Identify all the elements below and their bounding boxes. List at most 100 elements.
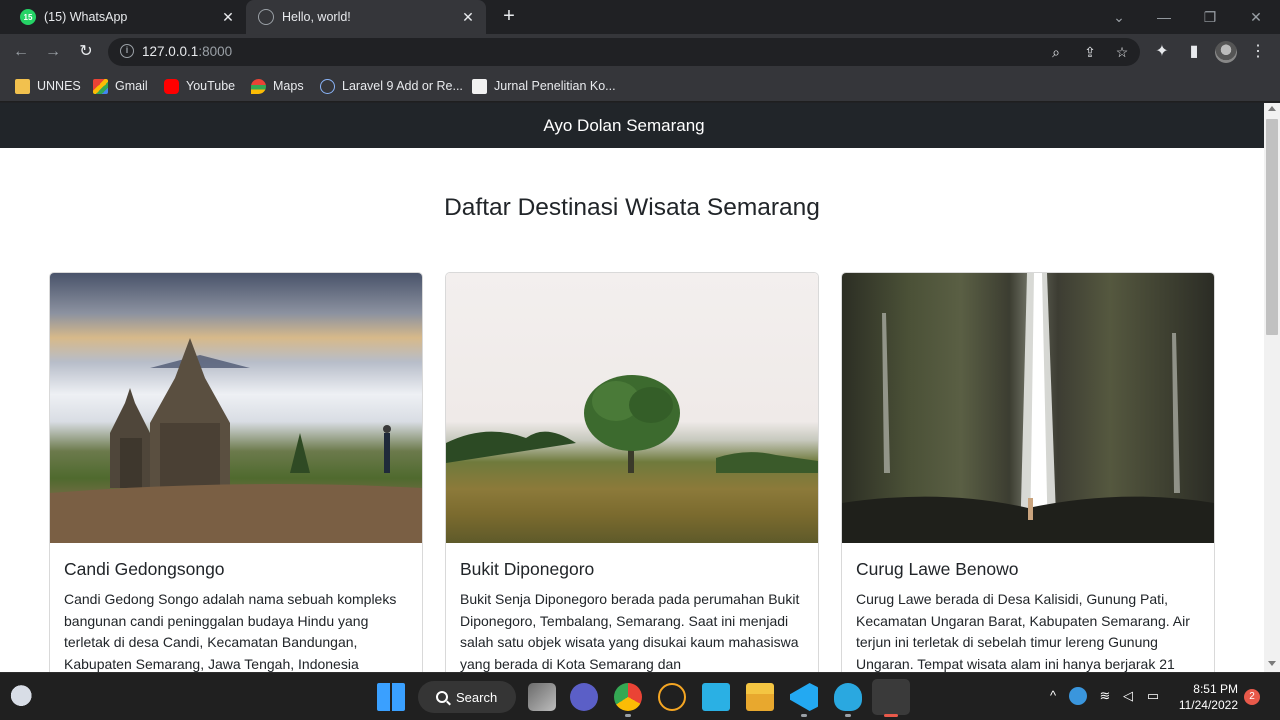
bookmark-label: UNNES xyxy=(37,79,81,93)
url-port: :8000 xyxy=(198,44,233,59)
scroll-down-icon[interactable] xyxy=(1268,661,1276,666)
battery-icon[interactable]: ▭ xyxy=(1144,687,1162,705)
new-tab-button[interactable]: + xyxy=(498,6,520,28)
browser-toolbar: ← → ↻ i 127.0.0.1:8000 ⌕ ⇪ ☆ ✦ ▮ ⋮ xyxy=(0,34,1280,70)
globe-icon xyxy=(258,9,274,25)
profile-avatar[interactable] xyxy=(1215,41,1237,63)
tab-whatsapp[interactable]: 15 (15) WhatsApp ✕ xyxy=(8,0,246,34)
extensions-icon[interactable]: ✦ xyxy=(1151,41,1173,63)
curug-lawe-image xyxy=(842,273,1214,543)
forward-icon[interactable]: → xyxy=(42,41,64,63)
bookmark-unnes[interactable]: UNNES xyxy=(15,76,81,96)
candi-gedongsongo-image xyxy=(50,273,422,543)
card-title: Curug Lawe Benowo xyxy=(856,559,1019,579)
site-navbar: Ayo Dolan Semarang xyxy=(0,103,1264,148)
bookmark-maps[interactable]: Maps xyxy=(251,76,304,96)
card-title: Bukit Diponegoro xyxy=(460,559,595,579)
close-icon[interactable]: ✕ xyxy=(460,9,476,25)
temple-illustration xyxy=(50,338,422,543)
bookmarks-bar: UNNES Gmail YouTube Maps Laravel 9 Add o… xyxy=(0,70,1280,102)
minimize-icon[interactable]: — xyxy=(1153,6,1175,28)
react-icon xyxy=(320,78,335,94)
vscode-icon[interactable] xyxy=(790,683,818,711)
tab-hello-world[interactable]: Hello, world! ✕ xyxy=(246,0,486,34)
url-text[interactable]: 127.0.0.1:8000 xyxy=(142,44,232,59)
card-title: Candi Gedongsongo xyxy=(64,559,225,579)
scroll-up-icon[interactable] xyxy=(1268,106,1276,111)
card-text: Curug Lawe berada di Desa Kalisidi, Gunu… xyxy=(856,591,1190,672)
tray-app-icon[interactable] xyxy=(1069,687,1087,705)
bookmark-label: Maps xyxy=(273,79,304,93)
wifi-icon[interactable]: ≋ xyxy=(1096,687,1114,705)
maps-icon xyxy=(251,78,266,94)
notification-badge[interactable]: 2 xyxy=(1244,689,1260,705)
card-text: Candi Gedong Songo adalah nama sebuah ko… xyxy=(64,591,397,672)
card-text: Bukit Senja Diponegoro berada pada perum… xyxy=(460,591,800,672)
url-host: 127.0.0.1 xyxy=(142,44,199,59)
taskbar-search[interactable]: Search xyxy=(418,681,516,713)
gmail-icon xyxy=(93,78,108,94)
search-label: Search xyxy=(456,689,498,705)
bukit-diponegoro-image xyxy=(446,273,818,543)
browser-tab-strip: 15 (15) WhatsApp ✕ Hello, world! ✕ + ⌄ —… xyxy=(0,0,1280,34)
bookmark-youtube[interactable]: YouTube xyxy=(164,76,235,96)
tab-search-icon[interactable]: ⌄ xyxy=(1108,6,1130,28)
pkp-icon xyxy=(472,78,487,94)
bookmark-laravel[interactable]: Laravel 9 Add or Re... xyxy=(320,76,463,96)
task-view-icon[interactable] xyxy=(528,683,556,711)
file-explorer-icon[interactable] xyxy=(746,683,774,711)
weather-icon[interactable] xyxy=(10,683,38,711)
scroll-thumb[interactable] xyxy=(1266,119,1278,335)
paw-app-icon[interactable] xyxy=(658,683,686,711)
destination-card: Candi Gedongsongo Candi Gedong Songo ada… xyxy=(49,272,423,672)
running-indicator xyxy=(801,714,807,717)
bookmark-label: Gmail xyxy=(115,79,148,93)
page-viewport: Ayo Dolan Semarang Daftar Destinasi Wisa… xyxy=(0,103,1264,672)
bookmark-jurnal[interactable]: Jurnal Penelitian Ko... xyxy=(472,76,616,96)
restore-icon[interactable]: ❐ xyxy=(1199,6,1221,28)
tab-title: (15) WhatsApp xyxy=(44,10,128,24)
reload-icon[interactable]: ↻ xyxy=(75,41,97,63)
running-indicator xyxy=(845,714,851,717)
page-title: Daftar Destinasi Wisata Semarang xyxy=(444,194,820,221)
whatsapp-badge: 15 xyxy=(23,12,33,22)
waterfall-illustration xyxy=(842,273,1214,543)
tree-illustration xyxy=(446,375,818,473)
bookmark-label: YouTube xyxy=(186,79,236,93)
destination-card: Bukit Diponegoro Bukit Senja Diponegoro … xyxy=(445,272,819,672)
search-icon xyxy=(436,691,448,703)
chevron-up-icon[interactable]: ^ xyxy=(1044,687,1062,705)
address-bar[interactable]: i 127.0.0.1:8000 ⌕ ⇪ ☆ xyxy=(108,38,1140,66)
clock-time[interactable]: 8:51 PM xyxy=(1170,682,1238,696)
side-panel-icon[interactable]: ▮ xyxy=(1183,41,1205,63)
windows-taskbar: Search ^ ≋ ◁ ▭ 8:51 PM 11/24/2022 2 xyxy=(0,672,1280,720)
window-close-icon[interactable]: ✕ xyxy=(1245,6,1267,28)
tab-title: Hello, world! xyxy=(282,10,351,24)
snipping-tool-icon[interactable] xyxy=(872,679,910,715)
page-scrollbar[interactable] xyxy=(1264,103,1280,672)
youtube-icon xyxy=(164,78,179,94)
chrome-icon[interactable] xyxy=(614,683,642,711)
site-brand[interactable]: Ayo Dolan Semarang xyxy=(0,116,1248,136)
clock-date[interactable]: 11/24/2022 xyxy=(1170,698,1238,712)
bookmark-gmail[interactable]: Gmail xyxy=(93,76,148,96)
running-indicator xyxy=(625,714,631,717)
info-icon[interactable]: i xyxy=(120,44,134,58)
teams-chat-icon[interactable] xyxy=(570,683,598,711)
folder-icon xyxy=(15,78,30,94)
bookmark-star-icon[interactable]: ☆ xyxy=(1112,42,1132,62)
elephant-app-icon[interactable] xyxy=(834,683,862,711)
back-icon[interactable]: ← xyxy=(10,41,32,63)
close-icon[interactable]: ✕ xyxy=(220,9,236,25)
menu-icon[interactable]: ⋮ xyxy=(1247,41,1269,63)
windows-start-icon[interactable] xyxy=(377,683,405,711)
share-icon[interactable]: ⇪ xyxy=(1080,42,1100,62)
bookmark-label: Laravel 9 Add or Re... xyxy=(342,79,463,93)
l-app-icon[interactable] xyxy=(702,683,730,711)
volume-icon[interactable]: ◁ xyxy=(1119,687,1137,705)
active-indicator xyxy=(884,714,898,717)
zoom-icon[interactable]: ⌕ xyxy=(1046,42,1066,62)
destination-card: Curug Lawe Benowo Curug Lawe berada di D… xyxy=(841,272,1215,672)
whatsapp-icon: 15 xyxy=(20,9,36,25)
bookmark-label: Jurnal Penelitian Ko... xyxy=(494,79,616,93)
